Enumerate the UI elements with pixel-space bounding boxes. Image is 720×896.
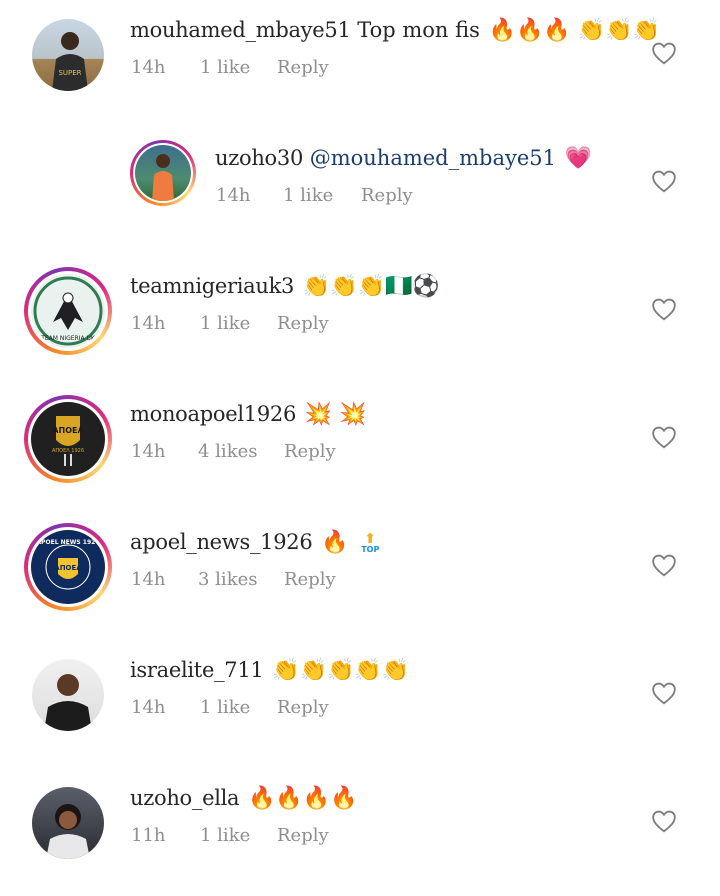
comment-line: israelite_711 👏👏👏👏👏 bbox=[130, 656, 409, 685]
comment-line: uzoho_ella 🔥🔥🔥🔥 bbox=[130, 784, 358, 813]
username[interactable]: teamnigeriauk3 bbox=[130, 274, 294, 298]
reply-button[interactable]: Reply bbox=[284, 568, 336, 592]
heart-outline-icon[interactable] bbox=[651, 169, 677, 193]
timestamp: 14h bbox=[131, 441, 166, 462]
timestamp: 14h bbox=[131, 569, 166, 590]
comment-emoji: 🔥🔥🔥🔥 bbox=[247, 786, 358, 811]
avatar[interactable]: TEAM NIGERIA UK bbox=[24, 267, 112, 355]
timestamp: 11h bbox=[131, 825, 166, 846]
likes-count[interactable]: 1 like bbox=[200, 312, 250, 336]
top-icon: ⬆ TOP bbox=[361, 531, 380, 554]
svg-text:SUPER: SUPER bbox=[58, 69, 81, 77]
username[interactable]: monoapoel1926 bbox=[130, 402, 296, 426]
avatar[interactable]: SUPER bbox=[32, 19, 104, 91]
heart-outline-icon[interactable] bbox=[651, 553, 677, 577]
username[interactable]: uzoho_ella bbox=[130, 786, 240, 810]
username[interactable]: israelite_711 bbox=[130, 658, 264, 682]
reply-button[interactable]: Reply bbox=[361, 184, 413, 208]
comment-emoji: 💗 bbox=[564, 146, 593, 171]
avatar[interactable] bbox=[32, 659, 104, 731]
heart-outline-icon[interactable] bbox=[651, 425, 677, 449]
likes-count[interactable]: 3 likes bbox=[198, 568, 257, 592]
mention-link[interactable]: @mouhamed_mbaye51 bbox=[310, 146, 556, 170]
reply-button[interactable]: Reply bbox=[284, 440, 336, 464]
likes-count[interactable]: 4 likes bbox=[198, 440, 257, 464]
comment-line: mouhamed_mbaye51 Top mon fis 🔥🔥🔥 👏👏👏 bbox=[130, 16, 660, 45]
comment-line: monoapoel1926 💥 💥 bbox=[130, 400, 367, 429]
avatar[interactable]: ΑΠΟΕΛ APOEL NEWS 1926 bbox=[24, 523, 112, 611]
username[interactable]: uzoho30 bbox=[215, 146, 303, 170]
likes-count[interactable]: 1 like bbox=[283, 184, 333, 208]
logo-inner-text: ΑΠΟΕΛ bbox=[54, 564, 82, 572]
timestamp: 14h bbox=[131, 57, 166, 78]
avatar[interactable] bbox=[130, 140, 196, 206]
comment-text: Top mon fis bbox=[357, 18, 480, 42]
username[interactable]: mouhamed_mbaye51 bbox=[130, 18, 351, 42]
timestamp: 14h bbox=[216, 185, 251, 206]
logo-text: ΑΠΟΕΛ bbox=[52, 426, 84, 435]
comment-line: uzoho30 @mouhamed_mbaye51 💗 bbox=[215, 144, 592, 173]
logo-subtext: ΑΠΟΕΛ 1926 bbox=[52, 448, 84, 454]
likes-count[interactable]: 1 like bbox=[200, 56, 250, 80]
comment-emoji: 🔥🔥🔥 👏👏👏 bbox=[488, 18, 660, 43]
comment-line: teamnigeriauk3 👏👏👏🇳🇬⚽ bbox=[130, 272, 440, 301]
comment-item: SUPER mouhamed_mbaye51 Top mon fis 🔥🔥🔥 👏… bbox=[0, 0, 720, 128]
comment-item: ΑΠΟΕΛ ΑΠΟΕΛ 1926 monoapoel1926 💥 💥 14h 4… bbox=[0, 384, 720, 512]
username[interactable]: apoel_news_1926 bbox=[130, 530, 313, 554]
comment-line: apoel_news_1926 🔥 ⬆ TOP bbox=[130, 528, 379, 557]
heart-outline-icon[interactable] bbox=[651, 41, 677, 65]
likes-count[interactable]: 1 like bbox=[200, 824, 250, 848]
reply-button[interactable]: Reply bbox=[277, 696, 329, 720]
reply-button[interactable]: Reply bbox=[277, 56, 329, 80]
logo-text: APOEL NEWS 1926 bbox=[37, 539, 100, 546]
reply-button[interactable]: Reply bbox=[277, 312, 329, 336]
comment-item: ΑΠΟΕΛ APOEL NEWS 1926 apoel_news_1926 🔥 … bbox=[0, 512, 720, 640]
heart-outline-icon[interactable] bbox=[651, 297, 677, 321]
heart-outline-icon[interactable] bbox=[651, 681, 677, 705]
likes-count[interactable]: 1 like bbox=[200, 696, 250, 720]
comment-emoji: 👏👏👏🇳🇬⚽ bbox=[302, 274, 440, 299]
comment-item: uzoho_ella 🔥🔥🔥🔥 11h 1 like Reply bbox=[0, 768, 720, 896]
comment-item: israelite_711 👏👏👏👏👏 14h 1 like Reply bbox=[0, 640, 720, 768]
heart-outline-icon[interactable] bbox=[651, 809, 677, 833]
timestamp: 14h bbox=[131, 697, 166, 718]
avatar[interactable] bbox=[32, 787, 104, 859]
comment-emoji: 👏👏👏👏👏 bbox=[272, 658, 410, 683]
timestamp: 14h bbox=[131, 313, 166, 334]
logo-text: TEAM NIGERIA UK bbox=[40, 335, 96, 342]
comment-item: TEAM NIGERIA UK teamnigeriauk3 👏👏👏🇳🇬⚽ 14… bbox=[0, 256, 720, 384]
top-badge-label: TOP bbox=[361, 545, 380, 554]
comment-emoji: 🔥 bbox=[321, 530, 349, 555]
reply-item: uzoho30 @mouhamed_mbaye51 💗 14h 1 like R… bbox=[0, 128, 720, 256]
avatar[interactable]: ΑΠΟΕΛ ΑΠΟΕΛ 1926 bbox=[24, 395, 112, 483]
comment-emoji: 💥 💥 bbox=[304, 402, 367, 427]
reply-button[interactable]: Reply bbox=[277, 824, 329, 848]
